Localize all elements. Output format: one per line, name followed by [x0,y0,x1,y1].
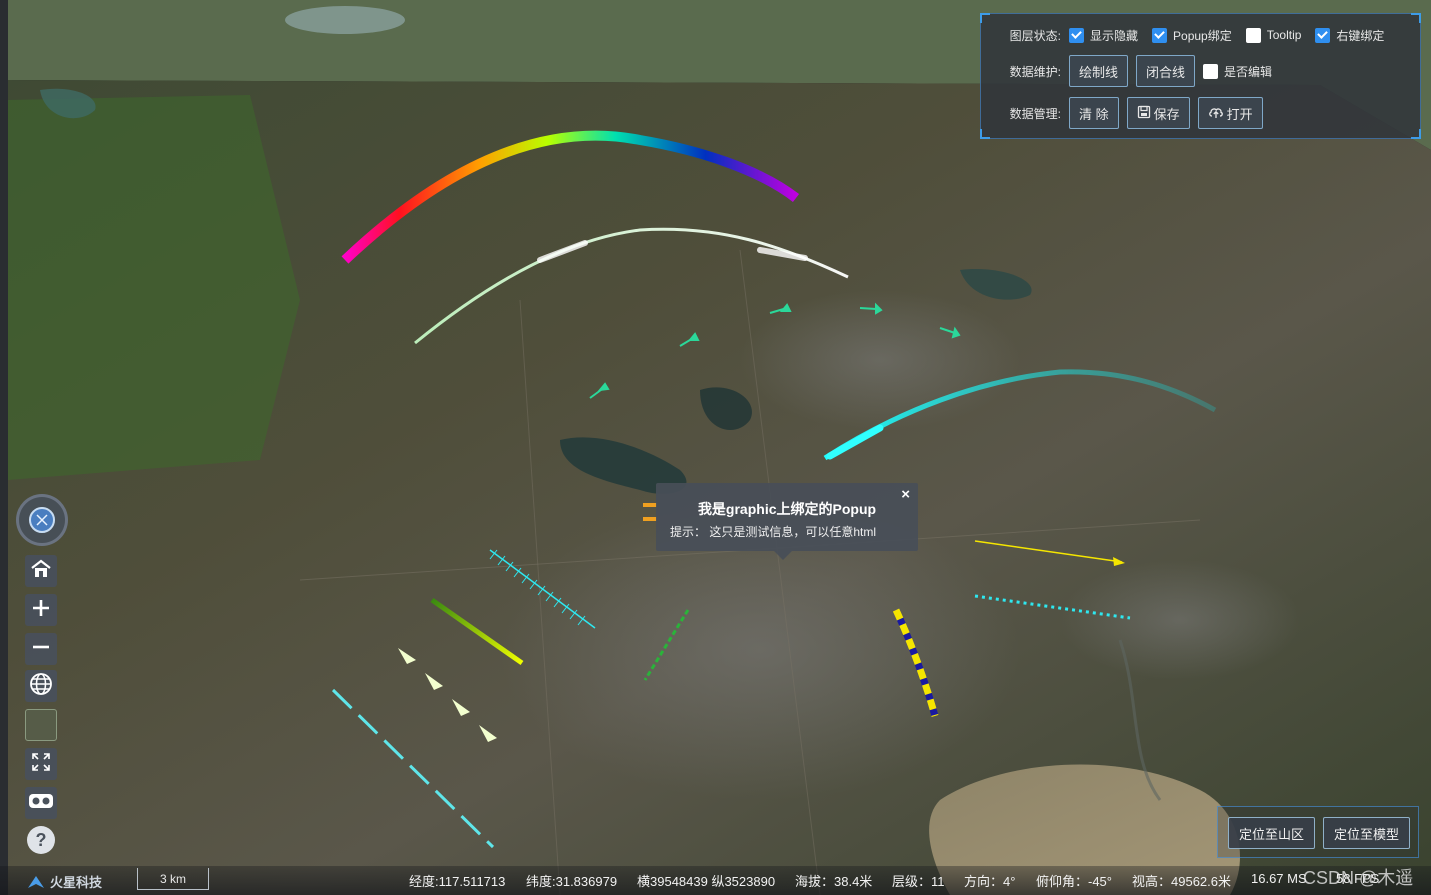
locate-model-button[interactable]: 定位至模型 [1323,817,1411,849]
editable-checkbox[interactable]: 是否编辑 [1203,63,1272,80]
help-button[interactable]: ? [25,825,57,860]
scene-mode-button[interactable] [25,670,57,702]
checkbox-checked-icon[interactable] [1152,27,1168,43]
logo-text: 火星科技 [50,875,103,890]
save-button[interactable]: 保存 [1126,97,1190,129]
close-icon[interactable]: × [901,486,910,503]
open-button[interactable]: 打开 [1197,97,1263,129]
clear-button[interactable]: 清 除 [1069,97,1119,129]
vr-button[interactable] [25,787,57,819]
level-readout: 层级：11 [892,874,945,889]
cloud-upload-icon [1208,105,1224,122]
checkbox-label: Tooltip [1266,28,1302,42]
heading-readout: 方向：4° [964,874,1016,889]
layer-control-panel: 图层状态: 显示隐藏 Popup绑定 Tooltip 右键绑定 数据维护: 绘制… [980,13,1421,139]
show-hide-checkbox[interactable]: 显示隐藏 [1069,27,1138,44]
pitch-readout: 俯仰角：-45° [1036,874,1112,889]
watermark: CSDN @木遥 [1303,868,1414,888]
popup-title: 我是graphic上绑定的Popup [697,501,877,517]
compass-icon [29,507,55,533]
checkbox-label: Popup绑定 [1173,28,1232,43]
checkbox-unchecked-icon[interactable] [1245,27,1261,43]
popup-bind-checkbox[interactable]: Popup绑定 [1152,27,1232,44]
tooltip-checkbox[interactable]: Tooltip [1245,27,1302,43]
home-icon [30,559,52,584]
layer-status-row: 图层状态: 显示隐藏 Popup绑定 Tooltip 右键绑定 [981,19,1398,51]
compass-navigation[interactable] [16,494,68,546]
vr-icon [28,792,54,815]
frame-time-readout: 16.67 MS [1251,871,1307,886]
status-bar: 火星科技 3 km 经度:117.511713 纬度:31.836979 横39… [0,866,1431,895]
locate-mountain-button[interactable]: 定位至山区 [1228,817,1316,849]
save-label: 保存 [1153,106,1180,122]
checkbox-unchecked-icon[interactable] [1203,63,1219,79]
graphic-popup: 我是graphic上绑定的Popup 提示： 这只是测试信息，可以任意html … [656,483,918,560]
checkbox-checked-icon[interactable] [1069,27,1084,43]
fullscreen-button[interactable] [25,748,57,780]
scale-bar: 3 km [137,868,209,890]
row-label: 数据维护: [1009,64,1061,79]
rightclick-bind-checkbox[interactable]: 右键绑定 [1315,27,1384,44]
locate-panel: 定位至山区 定位至模型 [1217,806,1419,858]
altitude-readout: 海拔：38.4米 [795,874,873,889]
checkbox-label: 显示隐藏 [1090,28,1139,43]
checkbox-label: 是否编辑 [1224,64,1273,79]
data-manage-row: 数据管理: 清 除 保存 打开 [981,97,1271,129]
zoom-out-icon [31,637,51,662]
left-edge-strip [0,0,8,895]
popup-body: 提示： 这只是测试信息，可以任意html [670,525,877,539]
logo-icon [28,875,44,888]
save-icon [1137,105,1151,122]
zoom-in-button[interactable] [25,594,57,626]
zoom-out-button[interactable] [25,633,57,665]
home-button[interactable] [25,555,57,587]
globe-icon [29,672,53,701]
row-label: 图层状态: [1009,28,1061,43]
draw-line-button[interactable]: 绘制线 [1069,55,1129,87]
fullscreen-icon [30,751,52,778]
row-label: 数据管理: [1009,106,1061,121]
longitude-readout: 经度:117.511713 [409,874,506,889]
checkbox-label: 右键绑定 [1336,28,1385,43]
basemap-button[interactable] [25,709,57,741]
svg-text:?: ? [36,830,47,850]
open-label: 打开 [1226,106,1253,122]
checkbox-checked-icon[interactable] [1315,27,1331,43]
view-height-readout: 视高：49562.6米 [1132,874,1231,889]
latitude-readout: 纬度:31.836979 [526,874,618,889]
close-line-button[interactable]: 闭合线 [1136,55,1196,87]
brand-logo: 火星科技 [26,872,102,891]
data-maintain-row: 数据维护: 绘制线 闭合线 是否编辑 [981,55,1286,87]
help-icon: ? [26,825,56,860]
projected-xy-readout: 横39548439 纵3523890 [637,874,776,889]
zoom-in-icon [31,598,51,623]
